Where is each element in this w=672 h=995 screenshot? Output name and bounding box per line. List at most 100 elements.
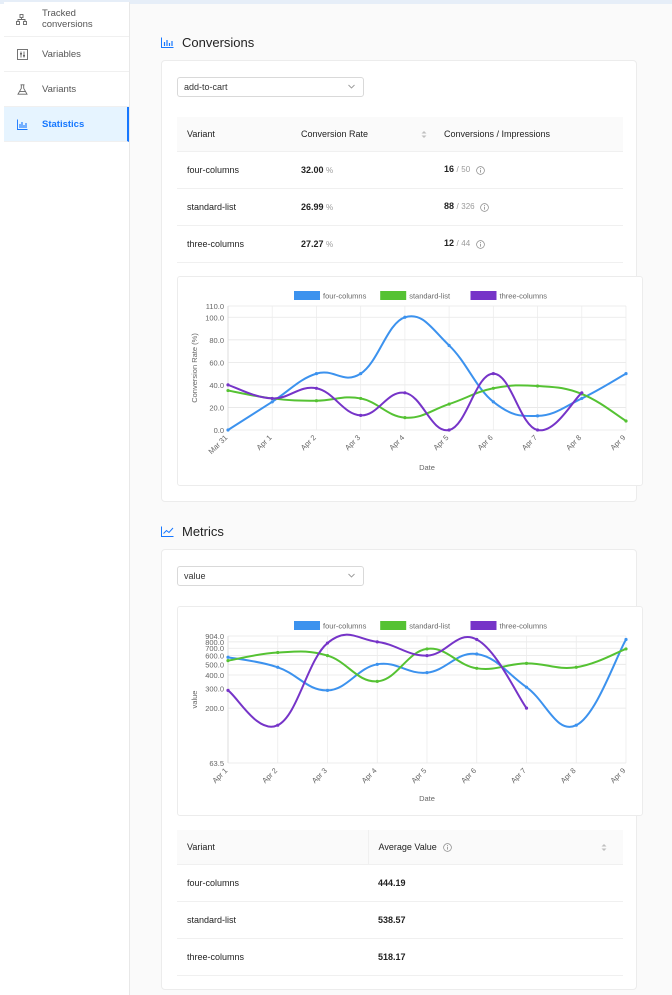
x-tick-label: Apr 4 xyxy=(360,766,379,785)
table-row: four-columns 444.19 xyxy=(177,864,623,902)
column-header-conversions-impressions: Conversions / Impressions xyxy=(434,117,623,152)
sidebar-item-variants[interactable]: Variants xyxy=(4,72,129,107)
conversions-value: 88 xyxy=(444,201,455,212)
sidebar: Tracked conversions Variables Variants S… xyxy=(4,2,130,995)
metrics-heading: Metrics xyxy=(161,524,224,539)
legend-swatch xyxy=(470,291,497,300)
y-axis-title: Conversion Rate (%) xyxy=(190,333,199,403)
y-tick-label: 20.0 xyxy=(209,403,224,412)
flask-icon xyxy=(16,83,28,95)
conversion-rate-cell: 27.27 % xyxy=(291,225,434,263)
info-icon[interactable] xyxy=(443,843,452,852)
variant-cell: four-columns xyxy=(177,151,291,189)
x-tick-label: Mar 31 xyxy=(207,433,230,456)
y-tick-label: 40.0 xyxy=(209,381,224,390)
x-tick-label: Apr 4 xyxy=(387,433,406,452)
chevron-down-icon xyxy=(347,82,356,93)
sidebar-item-label: Statistics xyxy=(42,118,85,130)
data-point xyxy=(524,661,529,665)
data-point xyxy=(425,671,429,675)
x-tick-label: Apr 1 xyxy=(210,766,229,785)
y-tick-label: 300.0 xyxy=(205,685,224,694)
x-tick-label: Apr 3 xyxy=(343,433,362,452)
x-tick-label: Apr 5 xyxy=(409,766,428,785)
data-point xyxy=(524,706,529,710)
line-chart-icon xyxy=(161,526,174,537)
rate-unit: % xyxy=(326,239,334,249)
x-tick-label: Apr 9 xyxy=(608,433,627,452)
table-row: four-columns 32.00 % 16 / 50 xyxy=(177,151,623,189)
conversions-value: 16 xyxy=(444,164,455,175)
info-icon[interactable] xyxy=(480,202,489,212)
info-icon[interactable] xyxy=(475,239,485,249)
column-header-label: Conversion Rate xyxy=(301,128,369,139)
sort-icon[interactable] xyxy=(601,843,607,852)
legend-label: standard-list xyxy=(409,292,451,301)
data-point xyxy=(475,637,479,642)
data-point xyxy=(624,647,628,651)
column-header-average-value[interactable]: Average Value xyxy=(368,830,623,865)
sidebar-item-label: Tracked conversions xyxy=(41,8,93,30)
conversions-title: Conversions xyxy=(182,35,255,50)
legend-label: four-columns xyxy=(323,292,367,301)
separator: / xyxy=(456,239,459,249)
rate-value: 26.99 xyxy=(301,201,324,212)
data-point xyxy=(276,723,280,727)
conversion-rate-chart-svg: four-columns standard-list three-columns0.… xyxy=(190,291,628,472)
sidebar-item-variables[interactable]: Variables xyxy=(4,37,129,72)
data-point xyxy=(403,315,407,319)
x-tick-label: Apr 7 xyxy=(520,433,539,452)
sort-icon[interactable] xyxy=(421,130,427,139)
data-point xyxy=(574,665,578,669)
legend-swatch xyxy=(470,621,497,630)
data-point xyxy=(535,384,540,388)
conversions-impressions-cell: 12 / 44 xyxy=(434,225,623,263)
data-point xyxy=(359,413,363,417)
column-header-label: Average Value xyxy=(378,841,437,852)
sidebar-item-statistics[interactable]: Statistics xyxy=(4,107,129,142)
y-tick-label: 110.0 xyxy=(206,302,224,311)
chevron-down-icon xyxy=(347,571,356,582)
x-tick-label: Apr 8 xyxy=(564,433,583,452)
metric-value-chart-svg: four-columns standard-list three-columns63… xyxy=(190,621,628,803)
data-point xyxy=(447,402,451,406)
y-tick-label: 100.0 xyxy=(205,313,224,322)
data-point xyxy=(276,665,280,669)
conversion-rate-cell: 26.99 % xyxy=(291,188,434,226)
table-row: standard-list 538.57 xyxy=(177,901,623,939)
conversions-card: add-to-cart Variant Conversion Rate Conv… xyxy=(161,60,643,502)
y-tick-label: 200.0 xyxy=(205,704,224,713)
data-point xyxy=(226,428,230,432)
data-point xyxy=(624,419,628,423)
metrics-table: Variant Average Value four-columns 444.19… xyxy=(177,830,623,976)
x-tick-label: Apr 8 xyxy=(559,766,578,785)
legend-label: standard-list xyxy=(409,622,451,631)
x-tick-label: Apr 6 xyxy=(476,433,495,452)
y-tick-label: 80.0 xyxy=(209,336,224,345)
data-point xyxy=(535,428,540,432)
conversion-select[interactable]: add-to-cart xyxy=(177,77,364,97)
info-icon[interactable] xyxy=(475,165,485,175)
data-point xyxy=(624,637,628,642)
data-point xyxy=(580,396,584,401)
legend-swatch xyxy=(294,621,320,630)
metric-select[interactable]: value xyxy=(177,566,364,586)
data-point xyxy=(447,428,451,432)
data-point xyxy=(314,372,319,376)
sidebar-item-tracked-conversions[interactable]: Tracked conversions xyxy=(4,2,129,37)
variant-cell: three-columns xyxy=(177,938,368,976)
conversion-rate-cell: 32.00 % xyxy=(291,151,434,189)
column-header-conversion-rate[interactable]: Conversion Rate xyxy=(291,117,434,152)
x-tick-label: Apr 7 xyxy=(509,766,528,785)
metric-select-value: value xyxy=(184,571,206,581)
legend-label: three-columns xyxy=(500,292,548,301)
legend-swatch xyxy=(380,291,407,300)
data-point xyxy=(359,396,363,401)
x-tick-label: Apr 2 xyxy=(260,766,279,785)
variant-cell: standard-list xyxy=(177,188,291,226)
chart-grid: 0.020.040.060.080.0100.0110.0Mar 31 Apr 1… xyxy=(205,302,627,456)
impressions-value: 50 xyxy=(461,165,471,175)
conversions-table: Variant Conversion Rate Conversions / Im… xyxy=(177,117,623,263)
conversion-select-value: add-to-cart xyxy=(184,82,228,92)
data-point xyxy=(580,391,584,395)
